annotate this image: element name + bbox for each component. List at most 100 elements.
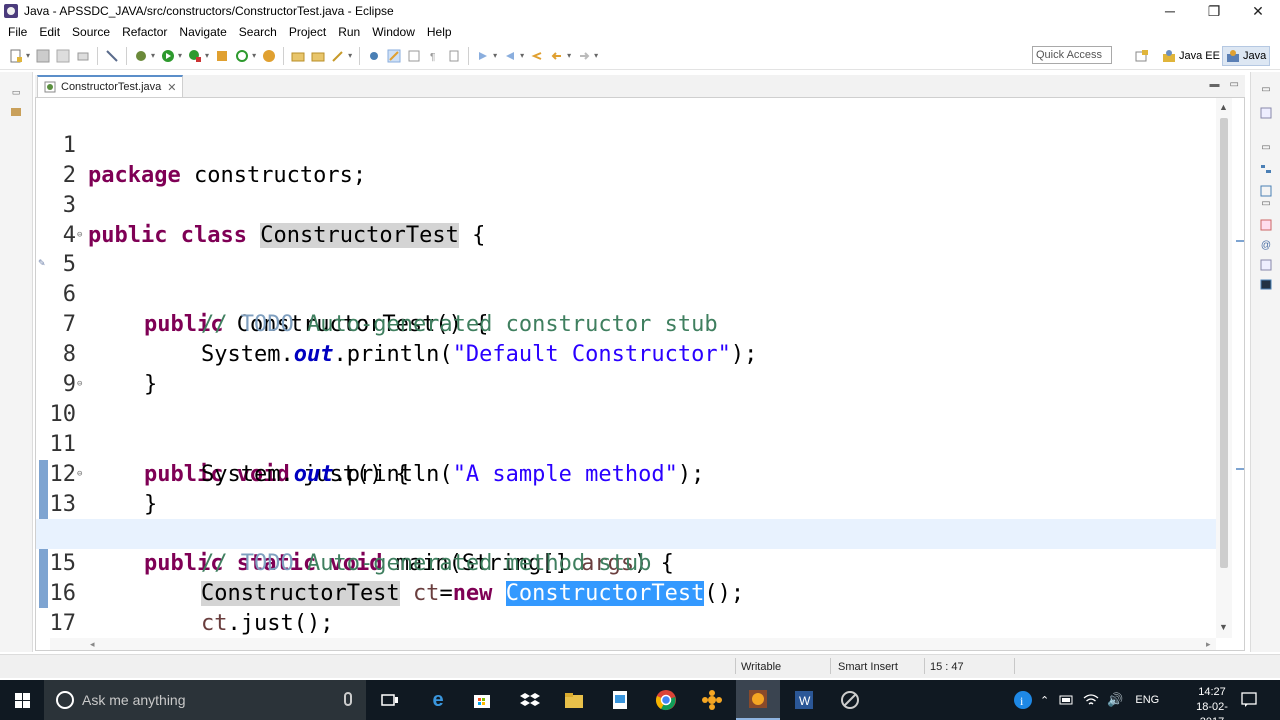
save-all-icon[interactable] <box>55 48 71 64</box>
chrome-button[interactable] <box>644 680 688 720</box>
info-icon[interactable]: i <box>1012 689 1034 711</box>
task-list-icon[interactable] <box>1259 106 1273 120</box>
notifications-icon[interactable] <box>1240 691 1258 709</box>
eclipse-button[interactable] <box>736 680 780 720</box>
code-area[interactable]: 1 package constructors; 2 3 public class… <box>36 101 1216 650</box>
word-button[interactable]: W <box>782 680 826 720</box>
last-edit-location-icon[interactable] <box>529 48 545 64</box>
close-tab-icon[interactable]: ✕ <box>167 81 176 94</box>
problems-icon[interactable] <box>1259 218 1273 232</box>
overview-ruler[interactable] <box>1235 98 1244 638</box>
fold-collapse-icon[interactable]: ⊖ <box>77 370 82 400</box>
menu-navigate[interactable]: Navigate <box>173 25 232 39</box>
show-whitespace-icon[interactable]: ¶ <box>426 48 442 64</box>
cortana-search-box[interactable]: Ask me anything <box>44 680 366 720</box>
menu-help[interactable]: Help <box>421 25 458 39</box>
edge-button[interactable]: e <box>416 680 460 720</box>
scroll-thumb[interactable] <box>1220 118 1228 568</box>
coverage-icon[interactable] <box>187 48 203 64</box>
external-tools-icon[interactable] <box>214 48 230 64</box>
horizontal-scrollbar[interactable]: ◂ ▸ <box>50 638 1216 650</box>
new-dropdown-icon[interactable]: ▾ <box>26 51 30 60</box>
search-tool-icon[interactable] <box>330 48 346 64</box>
new-icon[interactable] <box>8 48 24 64</box>
forward-dropdown-icon[interactable]: ▾ <box>594 51 598 60</box>
fold-collapse-icon[interactable]: ⊖ <box>77 460 82 490</box>
menu-run[interactable]: Run <box>332 25 366 39</box>
package-explorer-icon[interactable] <box>9 106 23 118</box>
back-icon[interactable] <box>549 48 565 64</box>
forward-icon[interactable] <box>576 48 592 64</box>
close-button[interactable]: ✕ <box>1236 0 1280 22</box>
java-editor[interactable]: ✎ 1 package constructors; 2 3 public cla… <box>35 97 1245 651</box>
menu-source[interactable]: Source <box>66 25 116 39</box>
coverage-dropdown-icon[interactable]: ▾ <box>205 51 209 60</box>
start-button[interactable] <box>0 680 44 720</box>
refresh-dropdown-icon[interactable]: ▾ <box>252 51 256 60</box>
scroll-up-icon[interactable]: ▲ <box>1219 102 1228 112</box>
scroll-down-icon[interactable]: ▼ <box>1219 622 1228 632</box>
dropbox-button[interactable] <box>508 680 552 720</box>
tab-constructortest-java[interactable]: ConstructorTest.java ✕ <box>37 75 184 97</box>
perspective-java[interactable]: Java <box>1222 46 1271 66</box>
open-task-icon[interactable] <box>310 48 326 64</box>
overview-marker[interactable] <box>1236 468 1244 470</box>
files-button[interactable] <box>598 680 642 720</box>
back-dropdown-icon[interactable]: ▾ <box>567 51 571 60</box>
vertical-scrollbar[interactable]: ▲ ▼ <box>1216 98 1232 638</box>
debug-dropdown-icon[interactable]: ▾ <box>151 51 155 60</box>
previous-annotation-icon[interactable] <box>502 48 518 64</box>
clock[interactable]: 14:27 18-02-2017 <box>1184 685 1240 720</box>
declaration-icon[interactable] <box>1259 258 1273 272</box>
toggle-mark-occurrences-icon[interactable] <box>386 48 402 64</box>
perspective-java-ee[interactable]: Java EE <box>1162 46 1220 66</box>
console-icon[interactable] <box>1259 278 1273 292</box>
minimize-editor-icon[interactable]: ▬ <box>1210 79 1220 90</box>
overview-marker[interactable] <box>1236 240 1244 242</box>
restore-button[interactable]: ❐ <box>1192 0 1236 22</box>
menu-file[interactable]: File <box>2 25 33 39</box>
debug-icon[interactable] <box>133 48 149 64</box>
search-dropdown-icon[interactable]: ▾ <box>348 51 352 60</box>
toggle-block-selection-icon[interactable] <box>406 48 422 64</box>
restore-bottom-view-icon[interactable]: ▭ <box>1259 196 1273 210</box>
volume-icon[interactable]: 🔊 <box>1107 692 1123 708</box>
language-indicator[interactable]: ENG <box>1135 694 1159 706</box>
maximize-editor-icon[interactable]: ▭ <box>1230 79 1239 90</box>
battery-icon[interactable] <box>1059 694 1075 706</box>
toggle-ant-icon[interactable] <box>366 48 382 64</box>
open-perspective-icon[interactable] <box>1134 48 1150 64</box>
restore-outline-icon[interactable]: ▭ <box>1259 140 1273 154</box>
fold-collapse-icon[interactable]: ⊖ <box>77 221 82 251</box>
restore-view-icon[interactable]: ▭ <box>9 86 23 98</box>
scroll-left-icon[interactable]: ◂ <box>90 639 95 650</box>
menu-edit[interactable]: Edit <box>33 25 66 39</box>
run-icon[interactable] <box>160 48 176 64</box>
new-java-class-icon[interactable] <box>261 48 277 64</box>
microphone-icon[interactable] <box>344 692 352 706</box>
previous-annotation-dropdown-icon[interactable]: ▾ <box>520 51 524 60</box>
pin-editor-icon[interactable] <box>446 48 462 64</box>
next-annotation-icon[interactable] <box>475 48 491 64</box>
file-explorer-button[interactable] <box>552 680 596 720</box>
show-hidden-icons-icon[interactable]: ⌃ <box>1040 694 1049 707</box>
restore-right-view-icon[interactable]: ▭ <box>1259 82 1273 96</box>
menu-window[interactable]: Window <box>366 25 421 39</box>
settings-flower-button[interactable] <box>690 680 734 720</box>
menu-project[interactable]: Project <box>283 25 332 39</box>
save-icon[interactable] <box>35 48 51 64</box>
outline-icon[interactable] <box>1259 162 1273 176</box>
wifi-icon[interactable] <box>1083 693 1099 707</box>
skip-breakpoints-icon[interactable] <box>104 48 120 64</box>
refresh-icon[interactable] <box>234 48 250 64</box>
store-button[interactable] <box>460 680 504 720</box>
minimize-button[interactable]: ─ <box>1148 0 1192 22</box>
print-icon[interactable] <box>75 48 91 64</box>
quick-access-input[interactable]: Quick Access <box>1032 46 1112 64</box>
menu-refactor[interactable]: Refactor <box>116 25 173 39</box>
task-view-button[interactable] <box>368 680 412 720</box>
extra-app-button[interactable] <box>828 680 872 720</box>
open-type-icon[interactable] <box>290 48 306 64</box>
scroll-right-icon[interactable]: ▸ <box>1206 639 1211 650</box>
next-annotation-dropdown-icon[interactable]: ▾ <box>493 51 497 60</box>
